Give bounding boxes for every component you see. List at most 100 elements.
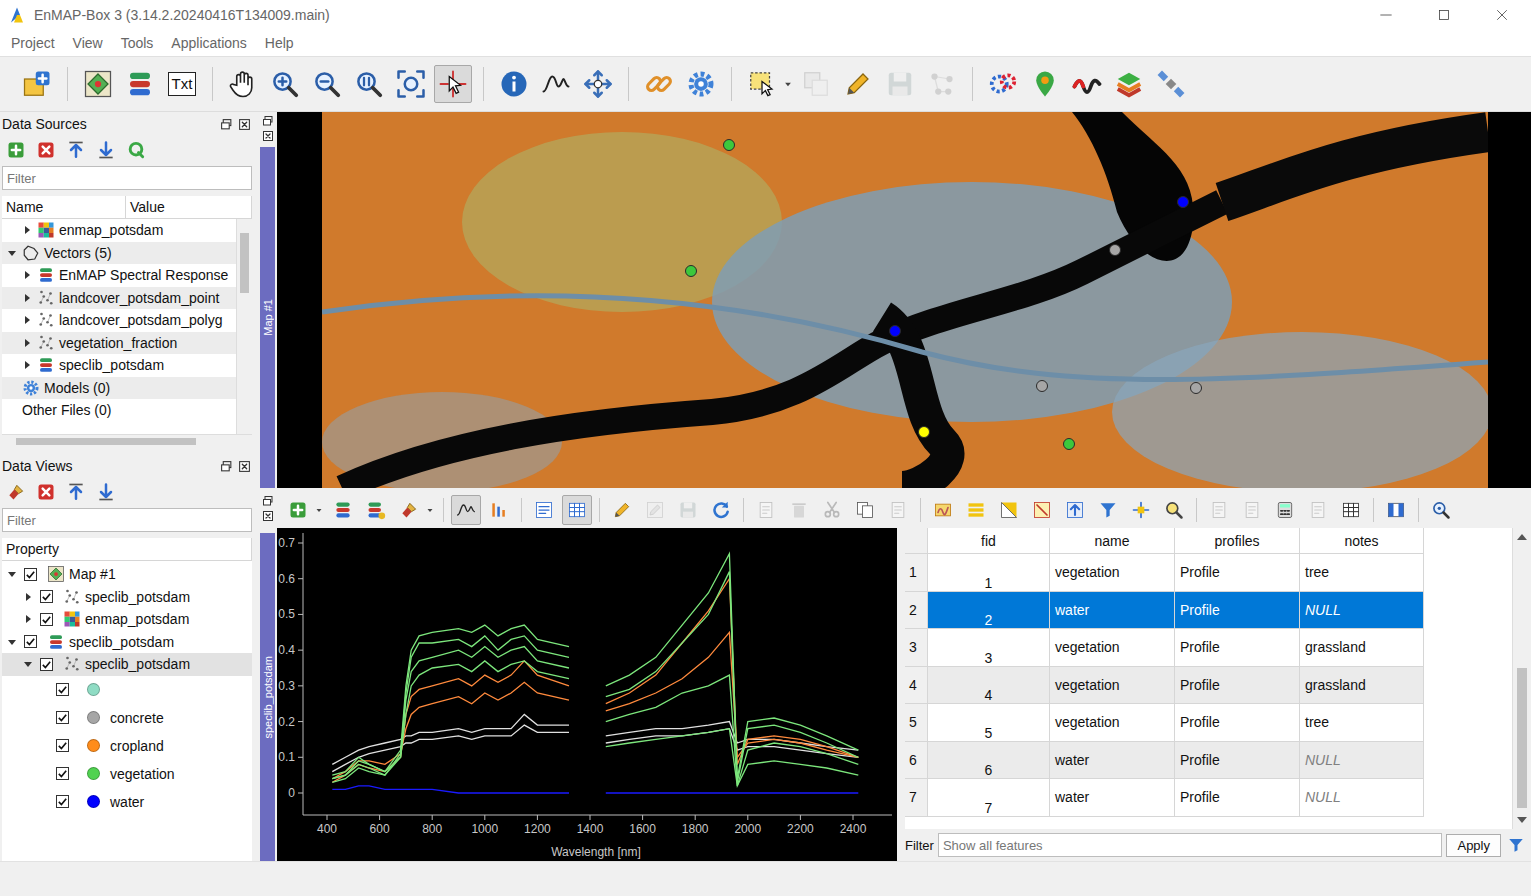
spectrum-line[interactable]: [332, 786, 858, 793]
table-cell[interactable]: 4: [928, 667, 1050, 705]
filter-button[interactable]: [1093, 495, 1123, 525]
brush-button[interactable]: [394, 495, 424, 525]
table-cell[interactable]: Profile: [1175, 592, 1300, 630]
table-row[interactable]: 44vegetationProfilegrassland: [905, 667, 1512, 705]
profile-button[interactable]: [451, 495, 481, 525]
expand-arrow-icon[interactable]: [6, 568, 18, 580]
checkbox[interactable]: [56, 711, 69, 724]
close-button[interactable]: [1473, 0, 1531, 30]
menu-item[interactable]: Tools: [112, 35, 163, 51]
column-header[interactable]: profiles: [1175, 528, 1300, 554]
map-canvas[interactable]: [277, 112, 1531, 488]
float-button[interactable]: [261, 114, 274, 127]
zoom-in-button[interactable]: [266, 65, 304, 103]
profile-button[interactable]: [537, 65, 575, 103]
pencil-button[interactable]: [607, 495, 637, 525]
table-cell[interactable]: Profile: [1175, 742, 1300, 780]
table-cell[interactable]: 5: [928, 704, 1050, 742]
expand-arrow-icon[interactable]: [22, 591, 34, 603]
col-del-button[interactable]: [1237, 495, 1267, 525]
expand-arrow-icon[interactable]: [22, 658, 34, 670]
table-cell[interactable]: 1: [928, 554, 1050, 592]
spectral-library-button[interactable]: [121, 65, 159, 103]
map-point[interactable]: [685, 265, 697, 277]
select-layer-button[interactable]: [797, 65, 835, 103]
field-calc-button[interactable]: [1270, 495, 1300, 525]
table-cell[interactable]: tree: [1300, 704, 1424, 742]
db-add-button[interactable]: [361, 495, 391, 525]
tree-item[interactable]: concrete: [2, 704, 252, 732]
up-button[interactable]: [66, 140, 86, 160]
link-button[interactable]: [640, 65, 678, 103]
close-dock-button[interactable]: [261, 129, 274, 142]
checkbox[interactable]: [56, 683, 69, 696]
tree-item[interactable]: Vectors (5): [2, 242, 236, 265]
float-button[interactable]: [219, 459, 234, 474]
table-cell[interactable]: Profile: [1175, 779, 1300, 817]
plus-button[interactable]: [6, 140, 26, 160]
filter-expression-input[interactable]: [938, 833, 1443, 857]
float-button[interactable]: [219, 117, 234, 132]
spectrum-line[interactable]: [332, 647, 858, 786]
table-row[interactable]: 11vegetationProfiletree: [905, 554, 1512, 592]
search-button[interactable]: [1426, 495, 1456, 525]
expand-arrow-icon[interactable]: [6, 636, 18, 648]
tree-item[interactable]: speclib_potsdam: [2, 586, 252, 609]
table-cell[interactable]: 3: [928, 629, 1050, 667]
table-row[interactable]: 55vegetationProfiletree: [905, 704, 1512, 742]
minimize-button[interactable]: [1357, 0, 1415, 30]
table-cell[interactable]: Profile: [1175, 554, 1300, 592]
info-button[interactable]: [495, 65, 533, 103]
maximize-button[interactable]: [1415, 0, 1473, 30]
map-point[interactable]: [1036, 380, 1048, 392]
attr-button[interactable]: [1303, 495, 1333, 525]
menu-item[interactable]: Applications: [162, 35, 256, 51]
row-number[interactable]: 6: [905, 742, 928, 780]
table-cell[interactable]: Profile: [1175, 629, 1300, 667]
plus-button[interactable]: [283, 495, 313, 525]
down-button[interactable]: [96, 482, 116, 502]
column-header[interactable]: name: [1050, 528, 1175, 554]
copy-button[interactable]: [850, 495, 880, 525]
table-cell[interactable]: tree: [1300, 554, 1424, 592]
dock-title-bar[interactable]: speclib_potsdam: [260, 533, 275, 861]
table-cell[interactable]: NULL: [1300, 592, 1424, 630]
table-cell[interactable]: water: [1050, 742, 1175, 780]
checkbox[interactable]: [24, 635, 37, 648]
paste-button[interactable]: [883, 495, 913, 525]
checkbox[interactable]: [56, 795, 69, 808]
identify-button[interactable]: [434, 65, 472, 103]
row-number[interactable]: 5: [905, 704, 928, 742]
table-cell[interactable]: NULL: [1300, 742, 1424, 780]
expand-arrow-icon[interactable]: [21, 224, 33, 236]
table-row[interactable]: 77waterProfileNULL: [905, 779, 1512, 817]
row-number[interactable]: 7: [905, 779, 928, 817]
pin-button[interactable]: [1026, 65, 1064, 103]
close-panel-button[interactable]: [237, 117, 252, 132]
spectrum-line[interactable]: [332, 554, 858, 779]
vertical-scrollbar[interactable]: [1512, 528, 1531, 829]
tree-item[interactable]: Map #1: [2, 563, 252, 586]
tree-item[interactable]: Models (0): [2, 377, 236, 400]
table-cell[interactable]: grassland: [1300, 667, 1424, 705]
move-top-button[interactable]: [1060, 495, 1090, 525]
zoom-full-button[interactable]: [392, 65, 430, 103]
checkbox[interactable]: [56, 767, 69, 780]
calc-button[interactable]: [1336, 495, 1366, 525]
table-row[interactable]: 66waterProfileNULL: [905, 742, 1512, 780]
table-cell[interactable]: water: [1050, 592, 1175, 630]
table-cell[interactable]: water: [1050, 779, 1175, 817]
refresh-q-button[interactable]: [126, 140, 146, 160]
table-cell[interactable]: 7: [928, 779, 1050, 817]
crosshair-button[interactable]: [579, 65, 617, 103]
table-row[interactable]: 33vegetationProfilegrassland: [905, 629, 1512, 667]
menu-item[interactable]: Help: [256, 35, 303, 51]
tree-item[interactable]: Other Files (0): [2, 399, 236, 422]
tree-item[interactable]: speclib_potsdam: [2, 354, 236, 377]
dock-title-bar[interactable]: Map #1: [260, 147, 275, 488]
vertical-scrollbar[interactable]: [236, 219, 252, 434]
close-dock-button[interactable]: [261, 509, 274, 522]
add-row-button[interactable]: [751, 495, 781, 525]
pan-button[interactable]: [1126, 495, 1156, 525]
filter-button[interactable]: [1505, 836, 1527, 854]
